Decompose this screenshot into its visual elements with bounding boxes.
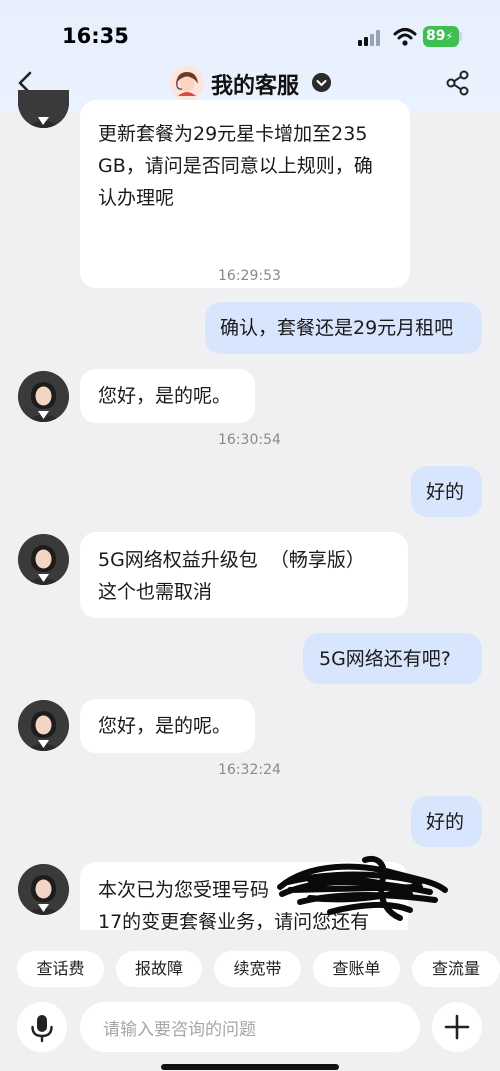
page-title: 我的客服 xyxy=(211,74,300,99)
agent-message-bubble: 您好，是的呢。 xyxy=(80,699,255,753)
quick-action-chip[interactable]: 查话费 xyxy=(17,951,104,987)
message-text: 确认，套餐还是29元月租吧 xyxy=(220,317,454,339)
quick-action-chip[interactable]: 报故障 xyxy=(116,951,202,987)
battery-level: 89 xyxy=(426,28,446,44)
home-indicator xyxy=(161,1064,339,1070)
status-time: 16:35 xyxy=(62,24,129,48)
battery-cap xyxy=(459,32,462,41)
quick-action-chip[interactable]: 续宽带 xyxy=(214,951,301,987)
voice-input-button[interactable] xyxy=(17,1002,67,1052)
message-text: 5G网络还有吧? xyxy=(319,648,451,670)
message-line: 5G网络权益升级包 （畅享版） xyxy=(98,549,365,571)
agent-message-bubble: 您好，是的呢。 xyxy=(80,369,255,423)
agent-avatar xyxy=(18,90,69,128)
quick-action-label: 查账单 xyxy=(332,959,381,978)
more-options-button[interactable] xyxy=(432,1002,482,1052)
message-timestamp: 16:30:54 xyxy=(218,432,281,448)
message-input-placeholder: 请输入要咨询的问题 xyxy=(103,1020,256,1040)
microphone-icon xyxy=(31,1015,53,1043)
user-message-bubble: 好的 xyxy=(411,796,482,847)
quick-action-label: 续宽带 xyxy=(233,959,282,978)
message-text: 您好，是的呢。 xyxy=(98,385,232,407)
message-timestamp: 16:32:24 xyxy=(218,762,281,778)
plus-icon xyxy=(444,1014,470,1040)
message-line: 更新套餐为29元星卡增加至235 xyxy=(98,123,368,145)
message-text: 好的 xyxy=(426,481,465,503)
quick-action-label: 报故障 xyxy=(134,959,183,978)
message-line: 这个也需取消 xyxy=(98,581,213,603)
message-line: 认办理呢 xyxy=(98,187,175,209)
agent-avatar xyxy=(18,700,69,751)
quick-action-label: 查流量 xyxy=(431,959,480,978)
user-message-bubble: 好的 xyxy=(411,466,482,517)
agent-avatar xyxy=(18,371,69,422)
redaction-scribble xyxy=(277,855,448,921)
agent-avatar xyxy=(18,864,69,915)
battery-indicator: 89⚡ xyxy=(423,26,459,47)
agent-message-bubble: 更新套餐为29元星卡增加至235 GB，请问是否同意以上规则，确 认办理呢 xyxy=(80,100,410,288)
agent-avatar-small xyxy=(170,66,204,100)
user-message-bubble: 5G网络还有吧? xyxy=(303,633,482,684)
message-timestamp: 16:29:53 xyxy=(218,268,281,284)
quick-action-chip[interactable]: 查流量 xyxy=(412,951,500,987)
quick-action-chip[interactable]: 查账单 xyxy=(313,951,400,987)
share-icon[interactable] xyxy=(444,68,472,98)
verified-chevron-icon[interactable] xyxy=(312,73,331,92)
message-line: GB，请问是否同意以上规则，确 xyxy=(98,155,373,177)
signal-icon xyxy=(358,30,380,46)
wifi-icon xyxy=(393,28,417,46)
agent-message-bubble: 5G网络权益升级包 （畅享版） 这个也需取消 xyxy=(80,532,408,618)
quick-action-label: 查话费 xyxy=(36,959,85,978)
message-text: 您好，是的呢。 xyxy=(98,715,232,737)
agent-avatar xyxy=(18,534,69,585)
user-message-bubble: 确认，套餐还是29元月租吧 xyxy=(205,302,482,354)
message-text: 好的 xyxy=(426,811,465,833)
